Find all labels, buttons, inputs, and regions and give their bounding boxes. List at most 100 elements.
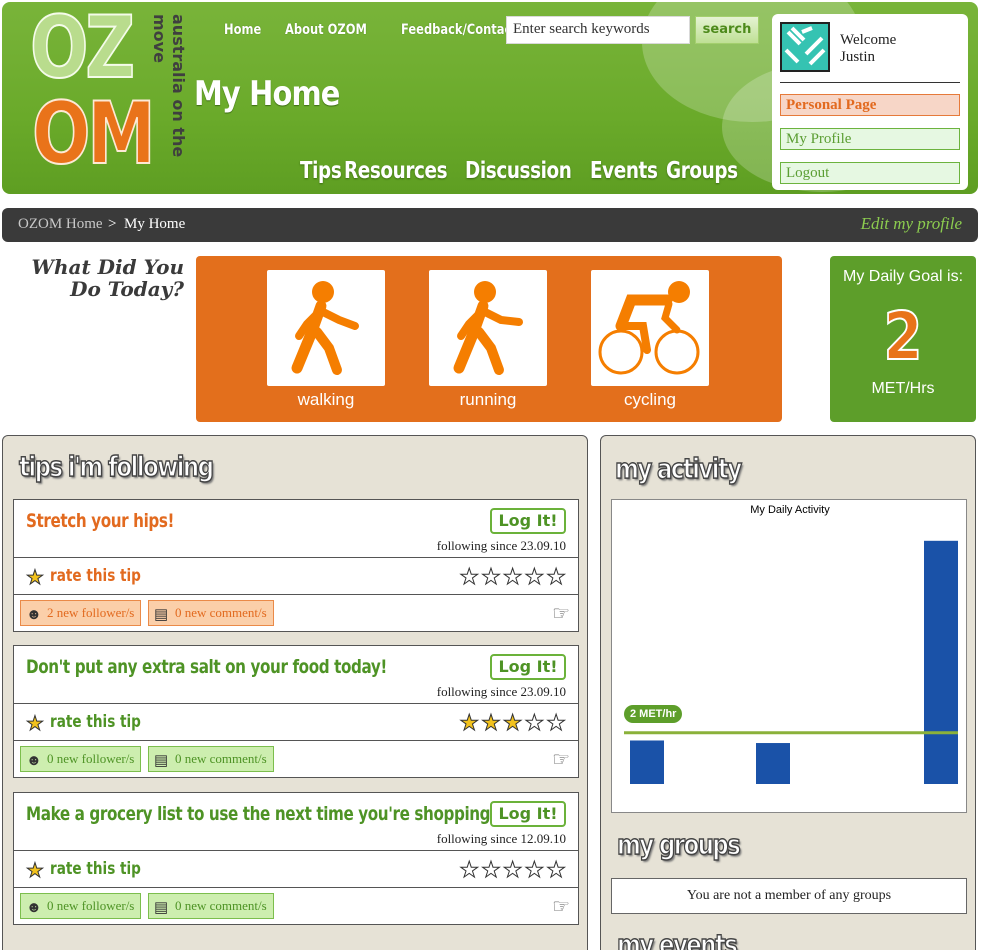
breadcrumb-current: My Home [124,216,186,232]
following-since: following since 23.09.10 [436,684,566,699]
welcome-text: Welcome Justin [840,32,896,66]
nav-tips[interactable]: Tips [300,158,342,184]
tip-card: Make a grocery list to use the next time… [13,792,579,925]
rating-star-icon[interactable]: ★ [481,857,503,883]
user-name: Justin [840,49,876,65]
breadcrumb-home[interactable]: OZOM Home [18,216,103,233]
hand-pointer-icon[interactable]: ☞ [552,601,570,626]
following-since: following since 23.09.10 [436,538,566,553]
log-it-button[interactable]: Log It! [490,801,566,827]
rating-star-icon[interactable]: ★ [524,710,547,736]
nav-groups[interactable]: Groups [666,158,738,184]
activity-picker: walking running cycling [196,256,782,422]
followers-count: 2 new follower/s [47,605,135,620]
chart-plot [624,540,958,784]
rating-star-icon[interactable]: ★ [481,710,503,736]
log-it-button[interactable]: Log It! [490,654,566,680]
nav-resources[interactable]: Resources [344,158,448,184]
avatar[interactable] [780,22,830,72]
logo-tagline: australia on the move [150,14,188,158]
comments-count: 0 new comment/s [175,751,267,766]
hand-pointer-icon[interactable]: ☞ [552,747,570,772]
log-it-button[interactable]: Log It! [490,508,566,534]
nav-events[interactable]: Events [590,158,658,184]
personal-page-link[interactable]: Personal Page [780,94,960,116]
running-icon [453,281,523,375]
welcome-label: Welcome [840,32,897,48]
comments-badge[interactable]: ▤ 0 new comment/s [148,893,274,919]
followers-count: 0 new follower/s [47,898,135,913]
tip-title[interactable]: Don't put any extra salt on your food to… [26,656,387,678]
nav-discussion[interactable]: Discussion [465,158,572,184]
comment-icon: ▤ [154,753,169,769]
tip-header: Stretch your hips! Log It! following since… [14,500,578,558]
rating-star-icon[interactable]: ★ [524,564,547,590]
nav-feedback[interactable]: Feedback/Contact [401,22,517,38]
rating-star-icon[interactable]: ★ [524,857,547,883]
logo-bottom[interactable]: OM [31,90,156,178]
tip-header: Don't put any extra salt on your food to… [14,646,578,704]
breadcrumb: OZOM Home > My Home Edit my profile [2,208,978,242]
rating-star-icon[interactable]: ★ [459,710,481,736]
rating-star-icon[interactable]: ★ [502,564,525,590]
site-header: OZ OM australia on the move Home About O… [2,2,978,194]
page-title: My Home [194,74,340,114]
hand-pointer-icon[interactable]: ☞ [552,894,570,919]
followers-badge[interactable]: ☻ 2 new follower/s [20,600,142,626]
star-icon: ★ [26,567,45,590]
nav-about[interactable]: About OZOM [285,22,367,38]
rating-star-icon[interactable]: ★ [459,857,481,883]
rating-star-icon[interactable]: ★ [546,857,568,883]
tip-footer: ☻ 0 new follower/s ▤ 0 new comment/s ☞ [14,741,578,777]
rate-this-tip-label: rate this tip [50,712,141,732]
goal-title: My Daily Goal is: [842,268,964,285]
chart-bar [756,743,790,784]
walking-icon [291,281,359,375]
rating-star-icon[interactable]: ★ [546,710,568,736]
running-button[interactable] [429,270,547,386]
daily-goal-card: My Daily Goal is: 2 MET/Hrs [830,256,976,422]
search-button[interactable]: search [695,16,759,44]
search-input[interactable]: Enter search keywords [506,16,690,44]
followers-badge[interactable]: ☻ 0 new follower/s [20,893,142,919]
main-nav: Tips Resources Discussion Events Groups [300,158,738,184]
groups-empty-message: You are not a member of any groups [611,878,967,914]
what-did-you-do-heading: What Did You Do Today? [24,256,184,300]
cycling-label: cycling [624,390,676,409]
chart-bar [924,540,958,784]
rating-star-icon[interactable]: ★ [459,564,481,590]
rating-star-icon[interactable]: ★ [481,564,503,590]
star-icon: ★ [26,713,45,736]
tip-title[interactable]: Make a grocery list to use the next time… [26,803,491,825]
rating-star-icon[interactable]: ★ [502,857,525,883]
tip-rating-row: ★ rate this tip ★★★★★ [14,704,578,741]
my-profile-link[interactable]: My Profile [780,128,960,150]
rate-this-tip-label: rate this tip [50,859,141,879]
cycling-button[interactable] [591,270,709,386]
tip-header: Make a grocery list to use the next time… [14,793,578,851]
tip-rating-row: ★ rate this tip ★★★★★ [14,558,578,595]
top-nav: Home About OZOM Feedback/Contact [224,22,543,38]
tips-panel: tips i'm following Stretch your hips! Log… [2,435,588,950]
walking-button[interactable] [267,270,385,386]
rating-stars: ★★★★★ [459,710,568,736]
logo-top[interactable]: OZ [29,4,136,92]
tips-panel-title: tips i'm following [18,449,214,484]
goal-value: 2 [883,297,924,376]
followers-badge[interactable]: ☻ 0 new follower/s [20,746,142,772]
comment-icon: ▤ [154,900,169,916]
edit-profile-link[interactable]: Edit my profile [861,214,962,234]
tip-title[interactable]: Stretch your hips! [26,510,174,532]
goal-line-label: 2 MET/hr [624,704,683,723]
divider [780,82,960,83]
tip-card: Stretch your hips! Log It! following since… [13,499,579,632]
tip-footer: ☻ 2 new follower/s ▤ 0 new comment/s ☞ [14,595,578,631]
comments-badge[interactable]: ▤ 0 new comment/s [148,600,274,626]
nav-home[interactable]: Home [224,22,261,38]
running-label: running [459,390,517,409]
logout-link[interactable]: Logout [780,162,960,184]
rating-star-icon[interactable]: ★ [502,710,525,736]
star-icon: ★ [26,860,45,883]
comments-badge[interactable]: ▤ 0 new comment/s [148,746,274,772]
rating-star-icon[interactable]: ★ [546,564,568,590]
